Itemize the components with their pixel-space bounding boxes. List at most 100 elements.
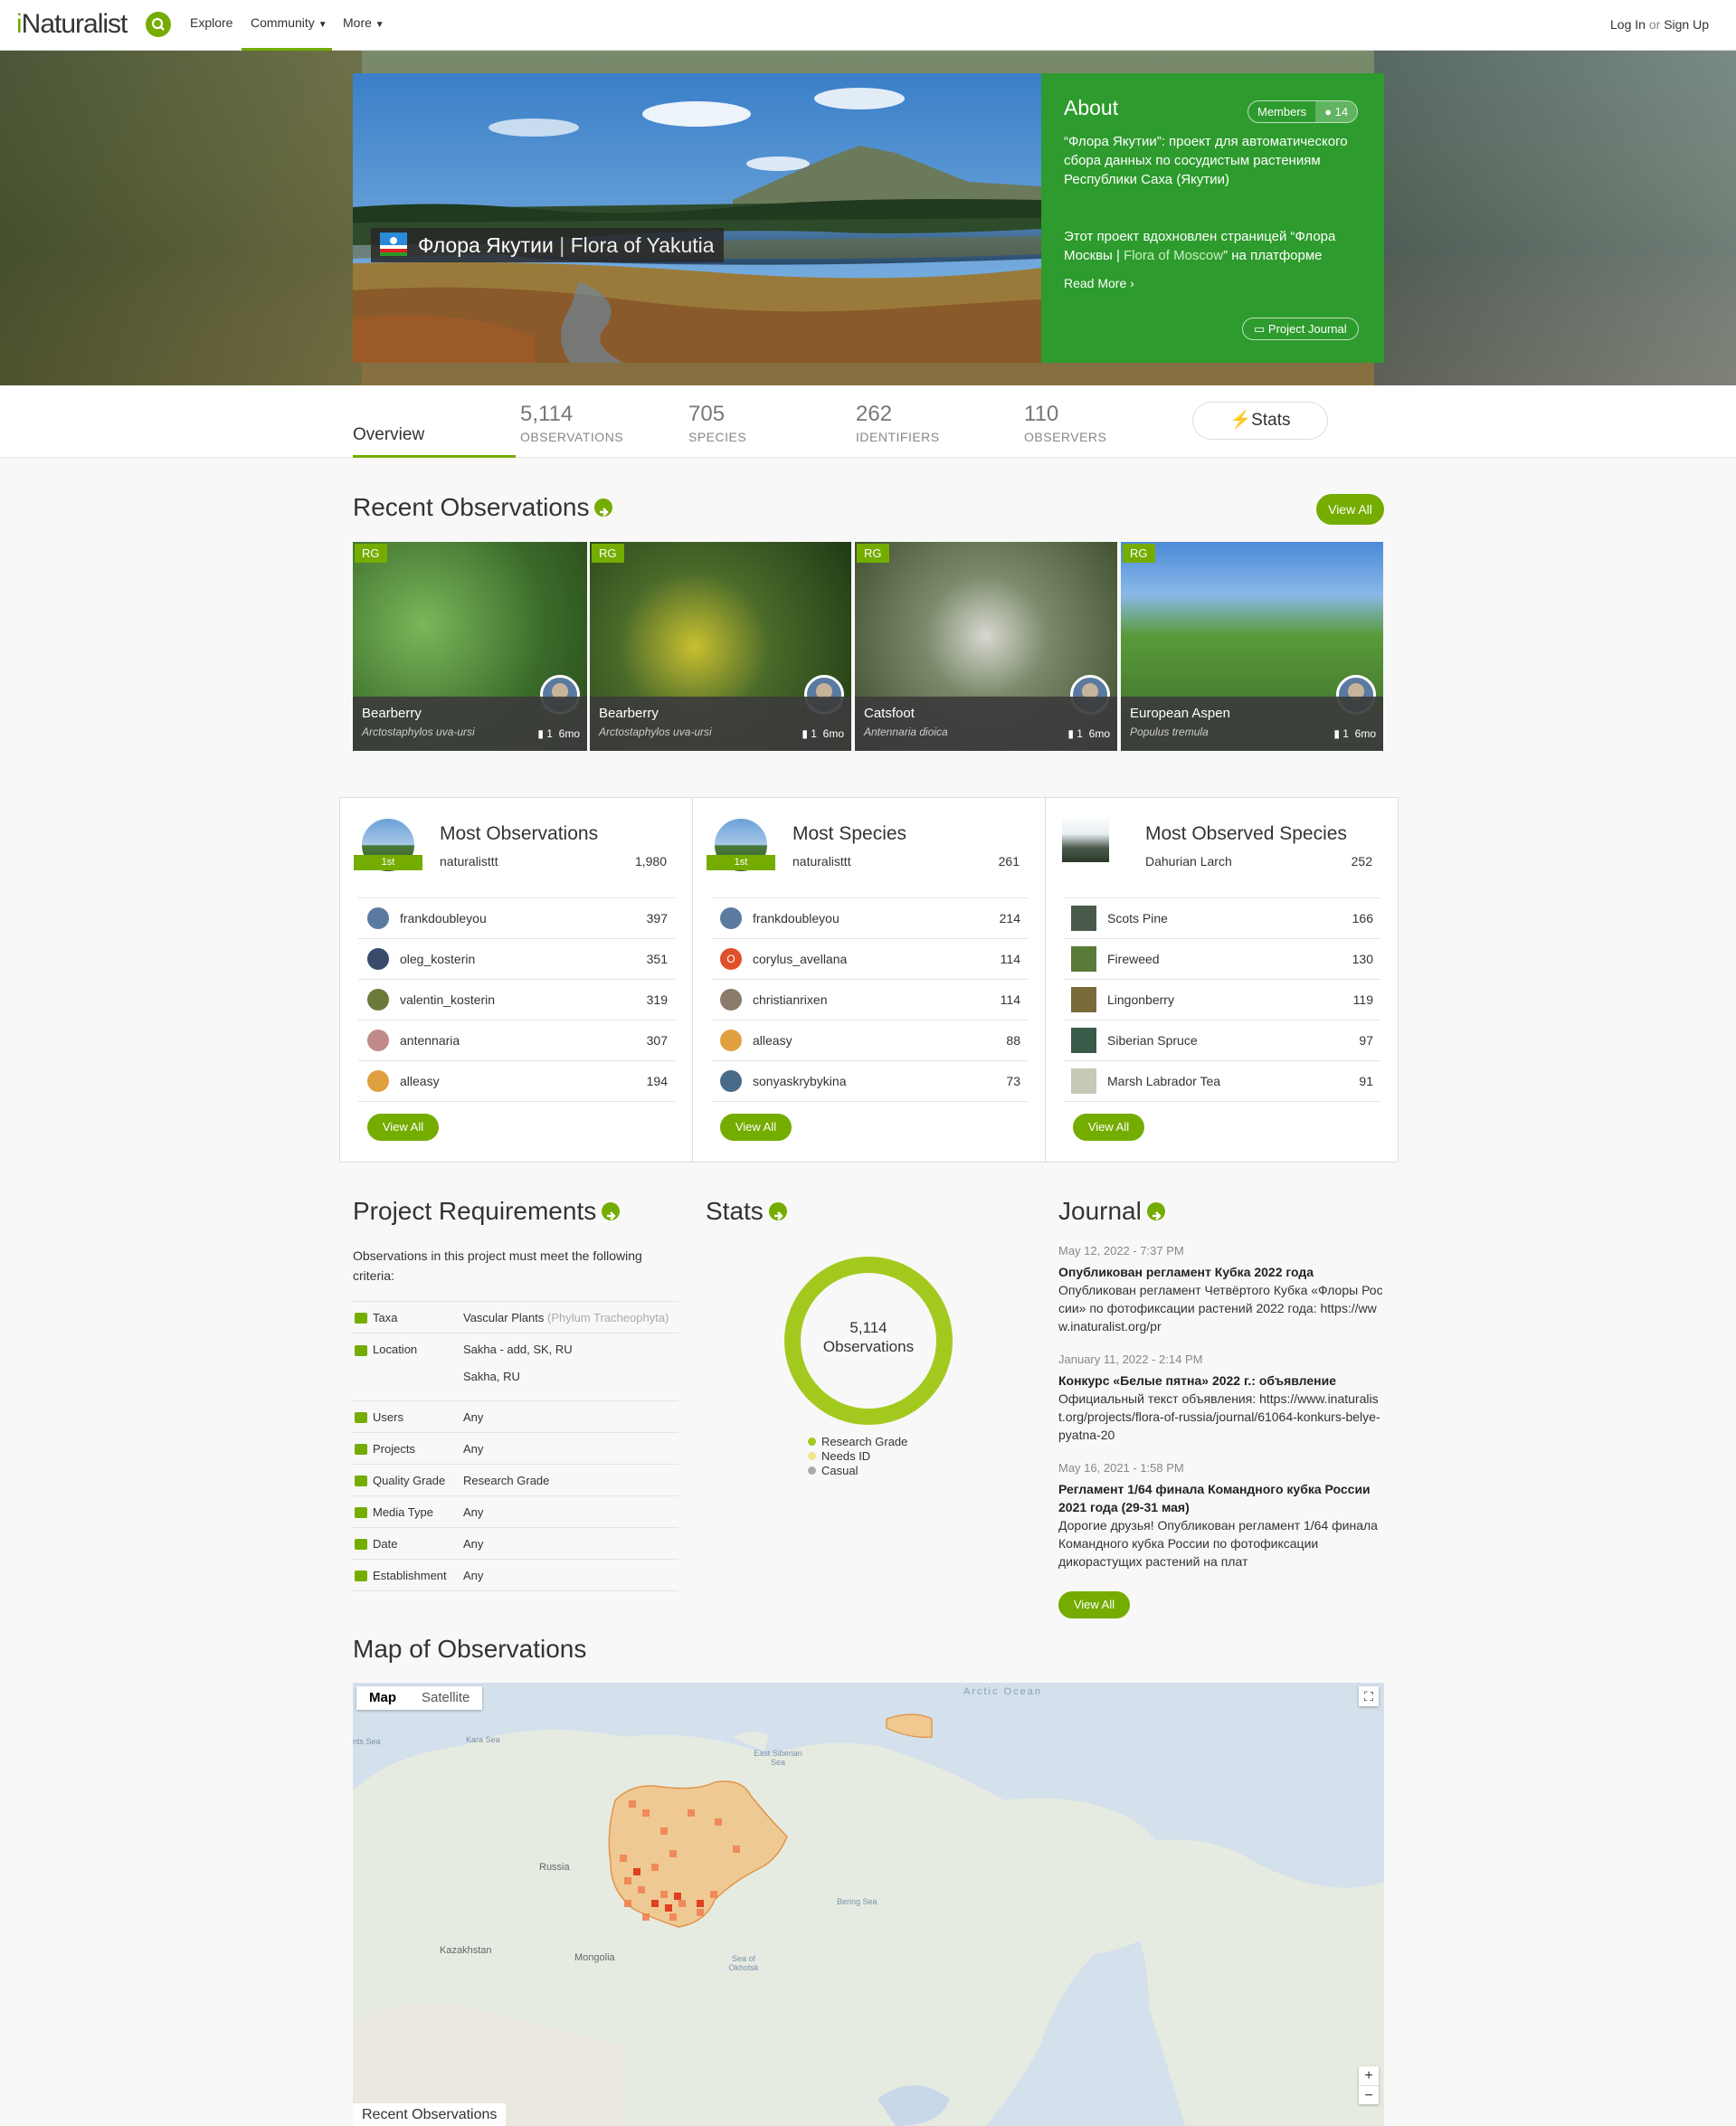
location-link[interactable]: Sakha, RU [463, 1363, 573, 1390]
species-row[interactable]: Siberian Spruce 97 [1064, 1020, 1380, 1061]
stat-observers[interactable]: 110 OBSERVERS [1024, 402, 1106, 444]
zoom-out-button[interactable]: − [1359, 2085, 1379, 2105]
project-requirements-heading[interactable]: Project Requirements [353, 1197, 621, 1226]
nav-community[interactable]: Community ▼ [251, 15, 327, 30]
species-row[interactable]: Fireweed 130 [1064, 939, 1380, 980]
leader-row[interactable]: valentin_kosterin 319 [358, 980, 675, 1020]
user-name[interactable]: sonyaskrybykina [753, 1074, 847, 1088]
recent-observations-heading[interactable]: Recent Observations [353, 493, 613, 522]
user-name[interactable]: oleg_kosterin [400, 952, 475, 966]
top-species-name[interactable]: Dahurian Larch [1145, 854, 1232, 868]
user-avatar[interactable] [720, 1030, 742, 1051]
journal-view-all-button[interactable]: View All [1058, 1591, 1130, 1618]
user-avatar[interactable] [367, 948, 389, 970]
tab-overview[interactable]: Overview [353, 425, 424, 445]
leader-row[interactable]: oleg_kosterin 351 [358, 939, 675, 980]
species-thumbnail[interactable] [1071, 987, 1096, 1012]
species-row[interactable]: Scots Pine 166 [1064, 898, 1380, 939]
user-avatar[interactable] [367, 907, 389, 929]
most-observations-view-all-button[interactable]: View All [367, 1114, 439, 1141]
fullscreen-button[interactable]: ⛶ [1359, 1686, 1379, 1706]
signup-link[interactable]: Sign Up [1664, 17, 1709, 32]
journal-post[interactable]: May 12, 2022 - 7:37 PM Опубликован регла… [1058, 1244, 1384, 1352]
search-button[interactable] [146, 12, 171, 37]
species-name[interactable]: Lingonberry [1107, 992, 1174, 1007]
flora-of-moscow-link[interactable]: Flora of Moscow [1124, 248, 1223, 263]
stats-heading[interactable]: Stats [706, 1197, 787, 1226]
leader-row[interactable]: antennaria 307 [358, 1020, 675, 1061]
stat-observations[interactable]: 5,114 OBSERVATIONS [520, 402, 623, 444]
observation-card[interactable]: RG Catsfoot Antennaria dioica ▮ 1 6mo [855, 542, 1117, 751]
species-name[interactable]: Siberian Spruce [1107, 1033, 1198, 1048]
top-species-photo[interactable] [1062, 815, 1109, 862]
observation-card[interactable]: RG European Aspen Populus tremula ▮ 1 6m… [1121, 542, 1383, 751]
species-thumbnail[interactable] [1071, 946, 1096, 972]
leader-row[interactable]: alleasy 194 [358, 1061, 675, 1102]
species-name[interactable]: Fireweed [1107, 952, 1160, 966]
location-link[interactable]: Sakha - add, SK, RU [463, 1336, 573, 1363]
user-name[interactable]: antennaria [400, 1033, 460, 1048]
journal-post[interactable]: January 11, 2022 - 2:14 PM Конкурс «Белы… [1058, 1352, 1384, 1461]
top-observer-avatar[interactable]: 1st [354, 816, 422, 874]
stat-identifiers[interactable]: 262 IDENTIFIERS [856, 402, 940, 444]
leader-row[interactable]: sonyaskrybykina 73 [711, 1061, 1028, 1102]
leader-row[interactable]: frankdoubleyou 397 [358, 898, 675, 939]
top-species-observer-avatar[interactable]: 1st [707, 816, 775, 874]
lake-landscape-image [353, 73, 1041, 363]
user-avatar[interactable] [367, 1030, 389, 1051]
species-name[interactable]: Scots Pine [1107, 911, 1168, 925]
nav-more[interactable]: More ▼ [343, 15, 384, 30]
user-name[interactable]: alleasy [400, 1074, 440, 1088]
observation-caption: Bearberry Arctostaphylos uva-ursi ▮ 1 6m… [590, 697, 851, 751]
user-avatar[interactable] [720, 907, 742, 929]
or-text: or [1648, 17, 1661, 32]
zoom-in-button[interactable]: + [1359, 2066, 1379, 2085]
user-name[interactable]: christianrixen [753, 992, 827, 1007]
observation-card[interactable]: RG Bearberry Arctostaphylos uva-ursi ▮ 1… [353, 542, 587, 751]
journal-heading[interactable]: Journal [1058, 1197, 1165, 1226]
leader-row[interactable]: christianrixen 114 [711, 980, 1028, 1020]
leader-row[interactable]: alleasy 88 [711, 1020, 1028, 1061]
user-avatar[interactable] [367, 989, 389, 1011]
species-thumbnail[interactable] [1071, 1068, 1096, 1094]
recent-view-all-button[interactable]: View All [1316, 494, 1384, 525]
taxa-link[interactable]: Vascular Plants [463, 1311, 544, 1324]
user-name[interactable]: frankdoubleyou [753, 911, 840, 925]
user-avatar[interactable]: O [720, 948, 742, 970]
species-row[interactable]: Marsh Labrador Tea 91 [1064, 1061, 1380, 1102]
stats-button[interactable]: ⚡Stats [1192, 402, 1328, 440]
leader-row[interactable]: frankdoubleyou 214 [711, 898, 1028, 939]
species-name[interactable]: Marsh Labrador Tea [1107, 1074, 1220, 1088]
species-row[interactable]: Lingonberry 119 [1064, 980, 1380, 1020]
most-species-view-all-button[interactable]: View All [720, 1114, 792, 1141]
observations-map[interactable]: Arctic Ocean nts Sea Kara Sea East Siber… [353, 1683, 1384, 2126]
recent-observations-map-tab[interactable]: Recent Observations [353, 2103, 507, 2126]
species-thumbnail[interactable] [1071, 1028, 1096, 1053]
user-name[interactable]: corylus_avellana [753, 952, 847, 966]
most-observed-species-view-all-button[interactable]: View All [1073, 1114, 1144, 1141]
user-avatar[interactable] [367, 1070, 389, 1092]
map-label-kara-sea: Kara Sea [466, 1735, 500, 1744]
login-link[interactable]: Log In [1610, 17, 1646, 32]
satellite-tab[interactable]: Satellite [409, 1686, 482, 1710]
user-name[interactable]: alleasy [753, 1033, 792, 1048]
user-avatar[interactable] [720, 989, 742, 1011]
leader-row[interactable]: Ocorylus_avellana 114 [711, 939, 1028, 980]
rank-ribbon: 1st [354, 855, 422, 870]
user-name[interactable]: frankdoubleyou [400, 911, 487, 925]
project-journal-button[interactable]: ▭ Project Journal [1242, 318, 1359, 340]
journal-post[interactable]: May 16, 2021 - 1:58 PM Регламент 1/64 фи… [1058, 1461, 1384, 1571]
top-observer-name[interactable]: naturalisttt [440, 854, 498, 868]
species-thumbnail[interactable] [1071, 906, 1096, 931]
inaturalist-logo[interactable]: iNaturalist [16, 9, 128, 40]
map-tab[interactable]: Map [356, 1686, 409, 1710]
top-species-observer-name[interactable]: naturalisttt [792, 854, 851, 868]
members-button[interactable]: Members ● 14 [1247, 100, 1359, 123]
read-more-link[interactable]: Read More › [1064, 276, 1134, 290]
nav-explore[interactable]: Explore [190, 15, 232, 30]
user-name[interactable]: valentin_kosterin [400, 992, 495, 1007]
user-avatar[interactable] [720, 1070, 742, 1092]
legend-swatch [808, 1452, 816, 1460]
stat-species[interactable]: 705 SPECIES [688, 402, 746, 444]
observation-card[interactable]: RG Bearberry Arctostaphylos uva-ursi ▮ 1… [590, 542, 851, 751]
